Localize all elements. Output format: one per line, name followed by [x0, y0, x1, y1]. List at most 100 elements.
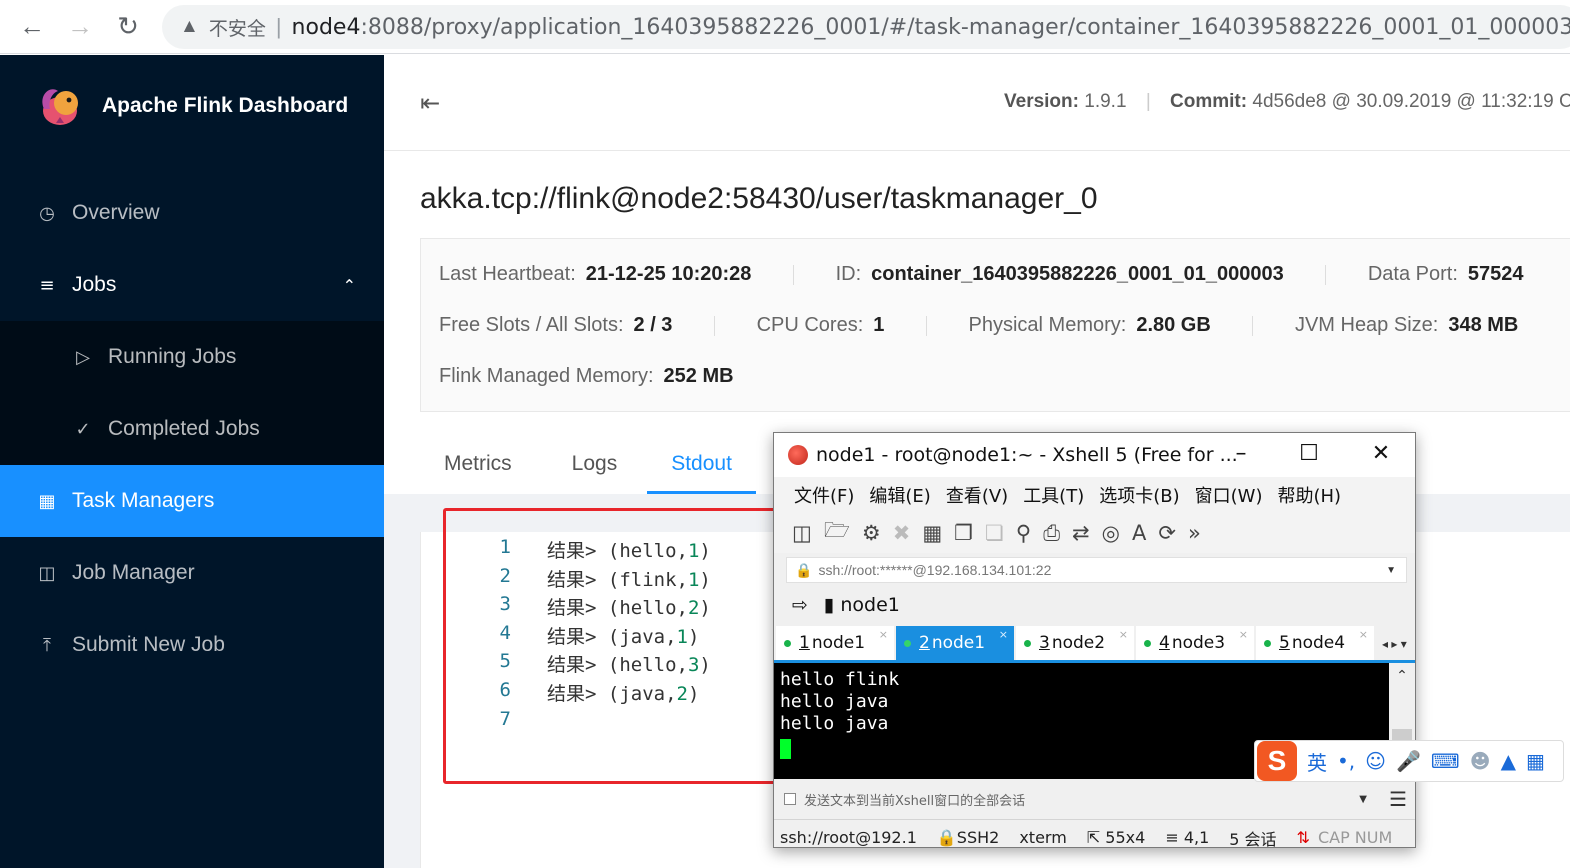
sidebar-item-running-jobs[interactable]: ▷ Running Jobs	[0, 321, 384, 393]
last-heartbeat-label: Last Heartbeat:	[439, 263, 576, 285]
tab-close-icon[interactable]: ×	[1359, 628, 1368, 641]
tab-scroll-arrows-icon[interactable]: ◂ ▸ ▾	[1382, 637, 1407, 651]
sidebar-item-jobs[interactable]: ≡ Jobs ⌃	[0, 249, 384, 321]
print-icon[interactable]: ⎙	[1043, 521, 1060, 546]
brand-row[interactable]: Apache Flink Dashboard	[0, 55, 384, 157]
skin-icon[interactable]: ▲	[1501, 749, 1516, 773]
data-port-label: Data Port:	[1367, 263, 1458, 285]
list-icon: ≡	[39, 274, 55, 296]
cpu-label: CPU Cores:	[756, 314, 864, 336]
transfer-icon[interactable]: ⇄	[1072, 521, 1090, 545]
version-label: Version:	[1004, 91, 1079, 112]
status-protocol-text: SSH2	[956, 828, 1000, 847]
menu-view[interactable]: 查看(V)	[946, 482, 1008, 508]
tab-name: node2	[1051, 633, 1106, 653]
xshell-titlebar[interactable]: node1 - root@node1:~ - Xshell 5 (Free fo…	[774, 433, 1415, 477]
terminal-line: hello java	[780, 713, 889, 734]
sogou-logo-icon[interactable]: S	[1257, 741, 1297, 781]
menu-file[interactable]: 文件(F)	[794, 482, 854, 508]
slots-label: Free Slots / All Slots:	[439, 314, 624, 336]
disconnect-icon[interactable]: ✖	[893, 521, 911, 545]
ime-language-toggle[interactable]: 英	[1307, 747, 1327, 776]
sidebar-item-completed-jobs[interactable]: ✓ Completed Jobs	[0, 393, 384, 465]
tab-name: node4	[1291, 633, 1346, 653]
xshell-statusbar: ssh://root@192.1 🔒SSH2 xterm ⇱ 55x4 ≡ 4,…	[774, 819, 1415, 847]
forward-arrow-icon[interactable]: →	[56, 3, 104, 51]
status-dot-icon	[1024, 639, 1031, 647]
send-all-checkbox[interactable]	[784, 793, 796, 805]
commit-label: Commit:	[1170, 91, 1248, 112]
status-dot-icon	[904, 639, 911, 647]
font-icon[interactable]: A	[1132, 521, 1146, 545]
toolbox-icon[interactable]: ▦	[1526, 749, 1545, 773]
menu-window[interactable]: 窗口(W)	[1195, 482, 1263, 508]
sidebar-item-job-manager[interactable]: ◫ Job Manager	[0, 537, 384, 609]
menu-fold-icon[interactable]: ⇤	[420, 89, 440, 117]
xshell-tab-node2[interactable]: 3 node2 ×	[1016, 626, 1134, 660]
xshell-tab-node1[interactable]: 1 node1 ×	[776, 626, 894, 660]
menu-edit[interactable]: 编辑(E)	[869, 482, 930, 508]
xshell-tab-node3[interactable]: 4 node3 ×	[1136, 626, 1254, 660]
sidebar-item-submit-new-job[interactable]: ⤒ Submit New Job	[0, 609, 384, 681]
find-icon[interactable]: ⚲	[1016, 521, 1031, 545]
transfer-arrows-icon: ⇅	[1296, 828, 1310, 847]
dropdown-icon[interactable]: ▼	[1359, 794, 1367, 805]
microphone-icon[interactable]: 🎤	[1396, 749, 1421, 773]
xshell-tab-node4[interactable]: 5 node4 ×	[1256, 626, 1374, 660]
properties-icon[interactable]: ▦	[922, 521, 942, 545]
tab-name: node1	[931, 633, 986, 653]
terminal-line: hello java	[780, 691, 889, 712]
jvm-heap-label: JVM Heap Size:	[1294, 314, 1439, 336]
close-icon[interactable]: ✕	[1366, 439, 1396, 469]
connect-icon[interactable]: ⚙	[862, 521, 881, 545]
tab-stdout[interactable]: Stdout	[647, 442, 756, 494]
paste-icon[interactable]: ❏	[985, 521, 1004, 545]
user-icon[interactable]: ☻	[1470, 749, 1491, 773]
divider	[714, 315, 715, 336]
maximize-icon[interactable]: ☐	[1294, 439, 1324, 469]
status-dot-icon	[1264, 639, 1271, 647]
keyboard-icon[interactable]: ⌨	[1431, 749, 1460, 773]
tab-close-icon[interactable]: ×	[1119, 628, 1128, 641]
xshell-logo-icon	[788, 445, 808, 465]
xshell-window[interactable]: node1 - root@node1:~ - Xshell 5 (Free fo…	[773, 432, 1416, 848]
tab-close-icon[interactable]: ×	[879, 628, 888, 641]
tab-number: 5	[1279, 633, 1290, 653]
managed-memory-label: Flink Managed Memory:	[439, 365, 654, 387]
menu-tab[interactable]: 选项卡(B)	[1099, 482, 1179, 508]
address-bar[interactable]: ▲ 不安全 | node4:8088/proxy/application_164…	[162, 5, 1570, 49]
more-icon[interactable]: »	[1188, 521, 1201, 545]
minimize-icon[interactable]: –	[1226, 439, 1256, 469]
check-circle-icon: ✓	[75, 418, 91, 440]
globe-icon[interactable]: ◎	[1102, 521, 1120, 545]
compose-label: 发送文本到当前Xshell窗口的全部会话	[804, 793, 1026, 809]
quick-session-name[interactable]: node1	[840, 594, 900, 616]
reload-icon[interactable]: ↻	[104, 3, 152, 51]
status-terminal-type: xterm	[1019, 828, 1067, 847]
tab-logs[interactable]: Logs	[542, 442, 648, 494]
ime-punctuation-toggle[interactable]: •,	[1337, 749, 1355, 773]
sidebar-item-overview[interactable]: ◷ Overview	[0, 177, 384, 249]
dashboard-icon: ◷	[39, 202, 55, 224]
version-divider: |	[1145, 91, 1151, 112]
scroll-up-icon[interactable]: ⌃	[1389, 667, 1415, 684]
quick-command-icon[interactable]: ⇨	[792, 594, 808, 616]
tab-close-icon[interactable]: ×	[999, 628, 1008, 641]
dropdown-icon[interactable]: ▼	[1386, 565, 1396, 576]
url-host: node4	[291, 14, 361, 40]
xshell-address-bar[interactable]: 🔒 ssh://root:******@192.168.134.101:22 ▼	[786, 557, 1407, 583]
xshell-tab-node1[interactable]: 2 node1 ×	[896, 626, 1014, 660]
sidebar-item-task-managers[interactable]: ▦ Task Managers	[0, 465, 384, 537]
emoji-icon[interactable]: ☺	[1365, 749, 1386, 773]
menu-tools[interactable]: 工具(T)	[1023, 482, 1084, 508]
script-icon[interactable]: ⟳	[1158, 521, 1176, 545]
menu-help[interactable]: 帮助(H)	[1277, 482, 1341, 508]
tab-close-icon[interactable]: ×	[1239, 628, 1248, 641]
open-folder-icon[interactable]: 🗁	[824, 516, 850, 551]
terminal-line: hello flink	[780, 669, 900, 690]
tab-metrics[interactable]: Metrics	[420, 442, 542, 494]
menu-icon[interactable]: ☰	[1389, 787, 1407, 811]
back-arrow-icon[interactable]: ←	[8, 3, 56, 51]
copy-icon[interactable]: ❐	[954, 521, 973, 545]
new-session-icon[interactable]: ◫	[792, 521, 812, 545]
